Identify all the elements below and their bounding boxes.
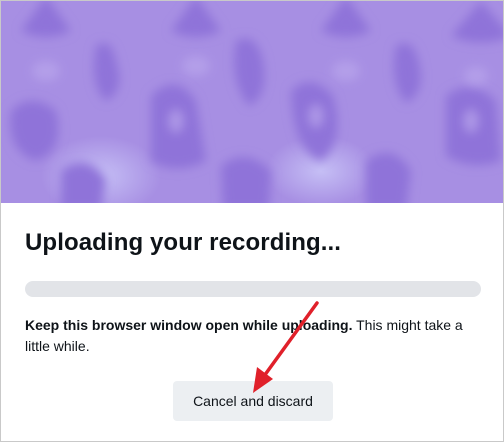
upload-dialog: Uploading your recording... Keep this br… xyxy=(0,0,504,442)
upload-progress-bar xyxy=(25,281,481,297)
dialog-title: Uploading your recording... xyxy=(25,229,342,256)
upload-message: Keep this browser window open while uplo… xyxy=(25,315,481,357)
hero-pattern-image xyxy=(1,1,503,203)
cancel-button[interactable]: Cancel and discard xyxy=(173,381,333,421)
hero-illustration xyxy=(1,1,503,203)
upload-message-bold: Keep this browser window open while uplo… xyxy=(25,317,353,333)
